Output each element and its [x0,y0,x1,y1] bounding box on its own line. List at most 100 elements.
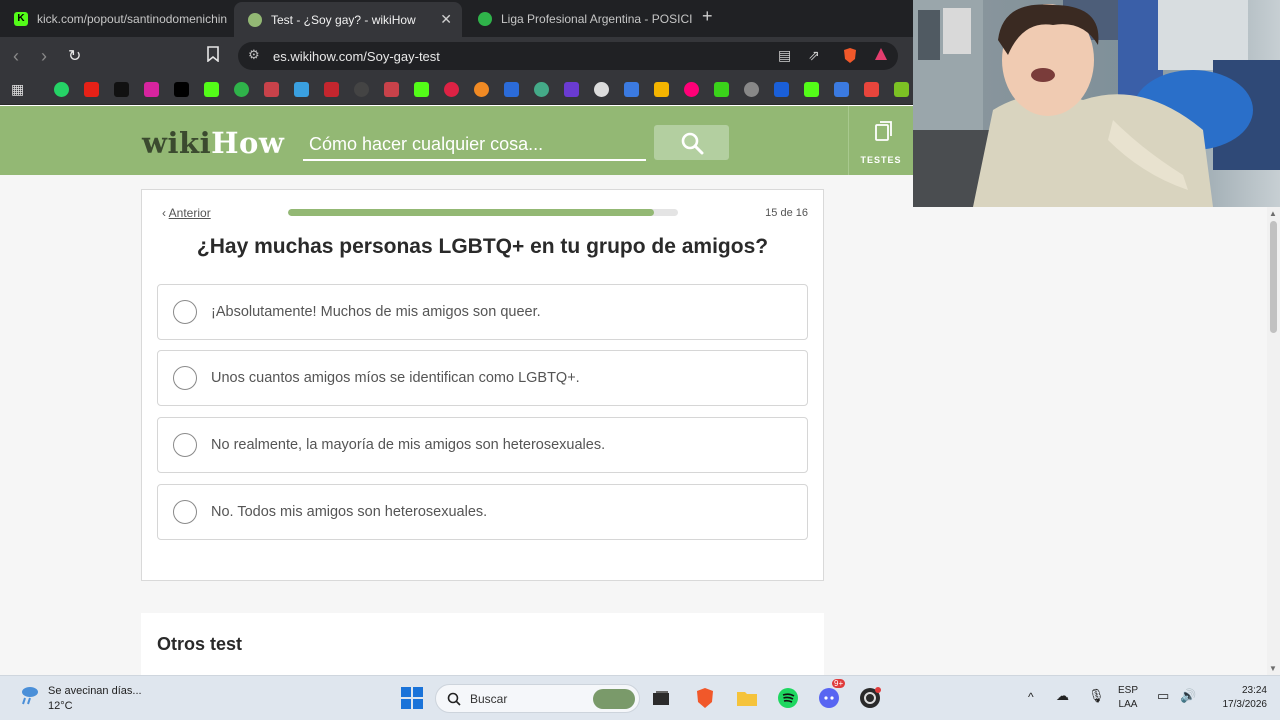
answer-text: No. Todos mis amigos son heterosexuales. [211,504,488,520]
kick-icon[interactable] [804,82,819,97]
bookmark-icon[interactable] [564,82,579,97]
apps-grid-icon[interactable]: ▦ [11,81,24,98]
chevron-up-icon[interactable]: ^ [1028,690,1034,704]
radio-icon[interactable] [173,433,197,457]
brave-shield-icon[interactable] [842,47,858,67]
clock-date: 17/3/2026 [1222,699,1268,710]
gmail-icon[interactable] [264,82,279,97]
browser-tab-bar: K kick.com/popout/santinodomenichin Test… [0,0,913,37]
scroll-up-icon[interactable]: ▲ [1269,209,1277,218]
docs-icon[interactable] [834,82,849,97]
radio-icon[interactable] [173,500,197,524]
bookmark-icon[interactable] [504,82,519,97]
answer-option[interactable]: No realmente, la mayoría de mis amigos s… [157,417,808,473]
file-explorer-icon[interactable] [734,685,760,711]
start-icon[interactable] [399,685,425,711]
bookmark-icon[interactable] [474,82,489,97]
tab-title: Liga Profesional Argentina - POSICIO [501,11,692,26]
radio-icon[interactable] [173,300,197,324]
search-highlight-icon [593,689,635,709]
bookmark-icon[interactable] [714,82,729,97]
wikihow-logo[interactable]: wikiHow [142,126,284,160]
previous-link[interactable]: ‹ Anterior [162,206,211,220]
other-tests-heading: Otros test [157,634,243,654]
globe-icon [478,11,492,26]
drive-icon[interactable] [654,82,669,97]
network-icon[interactable]: ▭ [1157,689,1169,703]
weather-widget[interactable]: Se avecinan días... 12°C [18,684,142,714]
scrollbar-thumb[interactable] [1270,221,1277,333]
page-scrollbar[interactable]: ▲ ▼ [1267,207,1280,675]
answer-option[interactable]: No. Todos mis amigos son heterosexuales. [157,484,808,540]
docs-icon[interactable] [624,82,639,97]
paypal-icon[interactable] [774,82,789,97]
wikihow-search [303,130,646,161]
radio-icon[interactable] [173,366,197,390]
answer-text: Unos cuantos amigos míos se identifican … [211,370,580,386]
obs-icon[interactable] [857,685,883,711]
volume-icon[interactable]: 🔊 [1180,689,1196,703]
quiz-card: ‹ Anterior 15 de 16 ¿Hay muchas personas… [141,189,824,581]
discord-icon[interactable]: 9+ [816,679,846,711]
answer-text: No realmente, la mayoría de mis amigos s… [211,437,606,453]
spotify-icon[interactable] [775,685,801,711]
globe-icon[interactable] [744,82,759,97]
brave-icon[interactable] [692,685,718,711]
language-indicator[interactable]: ESP LAA [1118,684,1138,712]
stats-icon[interactable] [324,82,339,97]
clock[interactable]: 23:24 17/3/2026 [1205,684,1268,712]
taskbar-search-placeholder: Buscar [470,692,508,706]
tests-nav[interactable]: TESTES [848,106,913,175]
bookmark-icon[interactable] [594,82,609,97]
answer-option[interactable]: ¡Absolutamente! Muchos de mis amigos son… [157,284,808,340]
reload-icon[interactable]: ↻ [68,46,81,66]
search-button[interactable] [654,125,729,160]
x-icon[interactable] [174,82,189,97]
bookmark-icon[interactable] [444,82,459,97]
tiktok-icon[interactable] [114,82,129,97]
site-settings-icon[interactable]: ⚙ [248,47,260,63]
youtube-icon[interactable] [84,82,99,97]
kick-icon[interactable] [204,82,219,97]
kick-icon[interactable] [414,82,429,97]
reader-mode-icon[interactable]: ▤ [778,47,791,64]
new-tab-button[interactable]: + [702,6,713,27]
search-icon [681,132,703,154]
question-title: ¿Hay muchas personas LGBTQ+ en tu grupo … [196,235,769,258]
close-tab-icon[interactable]: ✕ [440,11,452,28]
globe-icon[interactable] [234,82,249,97]
task-view-icon[interactable] [648,685,674,711]
forward-icon[interactable]: › [41,46,47,67]
tab-wikihow[interactable]: Test - ¿Soy gay? - wikiHow ✕ [234,2,462,37]
scroll-down-icon[interactable]: ▼ [1269,664,1277,673]
tab-kick[interactable]: K kick.com/popout/santinodomenichin [0,0,232,37]
microphone-icon[interactable]: 🎙 [1088,689,1105,703]
bookmark-icon[interactable] [684,82,699,97]
bookmark-icon[interactable] [294,82,309,97]
instagram-icon[interactable] [144,82,159,97]
whatsapp-icon[interactable] [54,82,69,97]
gmail-icon[interactable] [384,82,399,97]
tab-liga[interactable]: Liga Profesional Argentina - POSICIO [464,0,692,37]
back-icon[interactable]: ‹ [13,46,19,67]
download-icon[interactable] [864,82,879,97]
share-icon[interactable]: ⇗ [808,47,820,64]
bookmark-icon[interactable] [354,82,369,97]
clock-time: 23:24 [1241,685,1267,696]
brave-rewards-icon[interactable] [874,47,888,64]
question-counter: 15 de 16 [765,207,808,219]
bookmark-icon[interactable] [207,46,219,66]
onedrive-icon[interactable]: ☁ [1056,689,1069,703]
url-bar[interactable]: ⚙ es.wikihow.com/Soy-gay-test ▤ ⇗ [238,42,898,70]
search-input[interactable] [303,130,646,158]
address-toolbar: ‹ › ↻ ⚙ es.wikihow.com/Soy-gay-test ▤ ⇗ [0,37,913,75]
taskbar-search[interactable]: Buscar [435,684,640,713]
bookmark-icon[interactable] [534,82,549,97]
wikihow-icon [248,12,262,27]
answer-text: ¡Absolutamente! Muchos de mis amigos son… [211,304,541,320]
answer-option[interactable]: Unos cuantos amigos míos se identifican … [157,350,808,406]
discord-badge: 9+ [832,679,846,688]
windows-taskbar: Se avecinan días... 12°C Buscar 9+ ^ ☁ 🎙… [0,675,1280,720]
kick-icon: K [14,11,28,26]
download-icon[interactable] [894,82,909,97]
